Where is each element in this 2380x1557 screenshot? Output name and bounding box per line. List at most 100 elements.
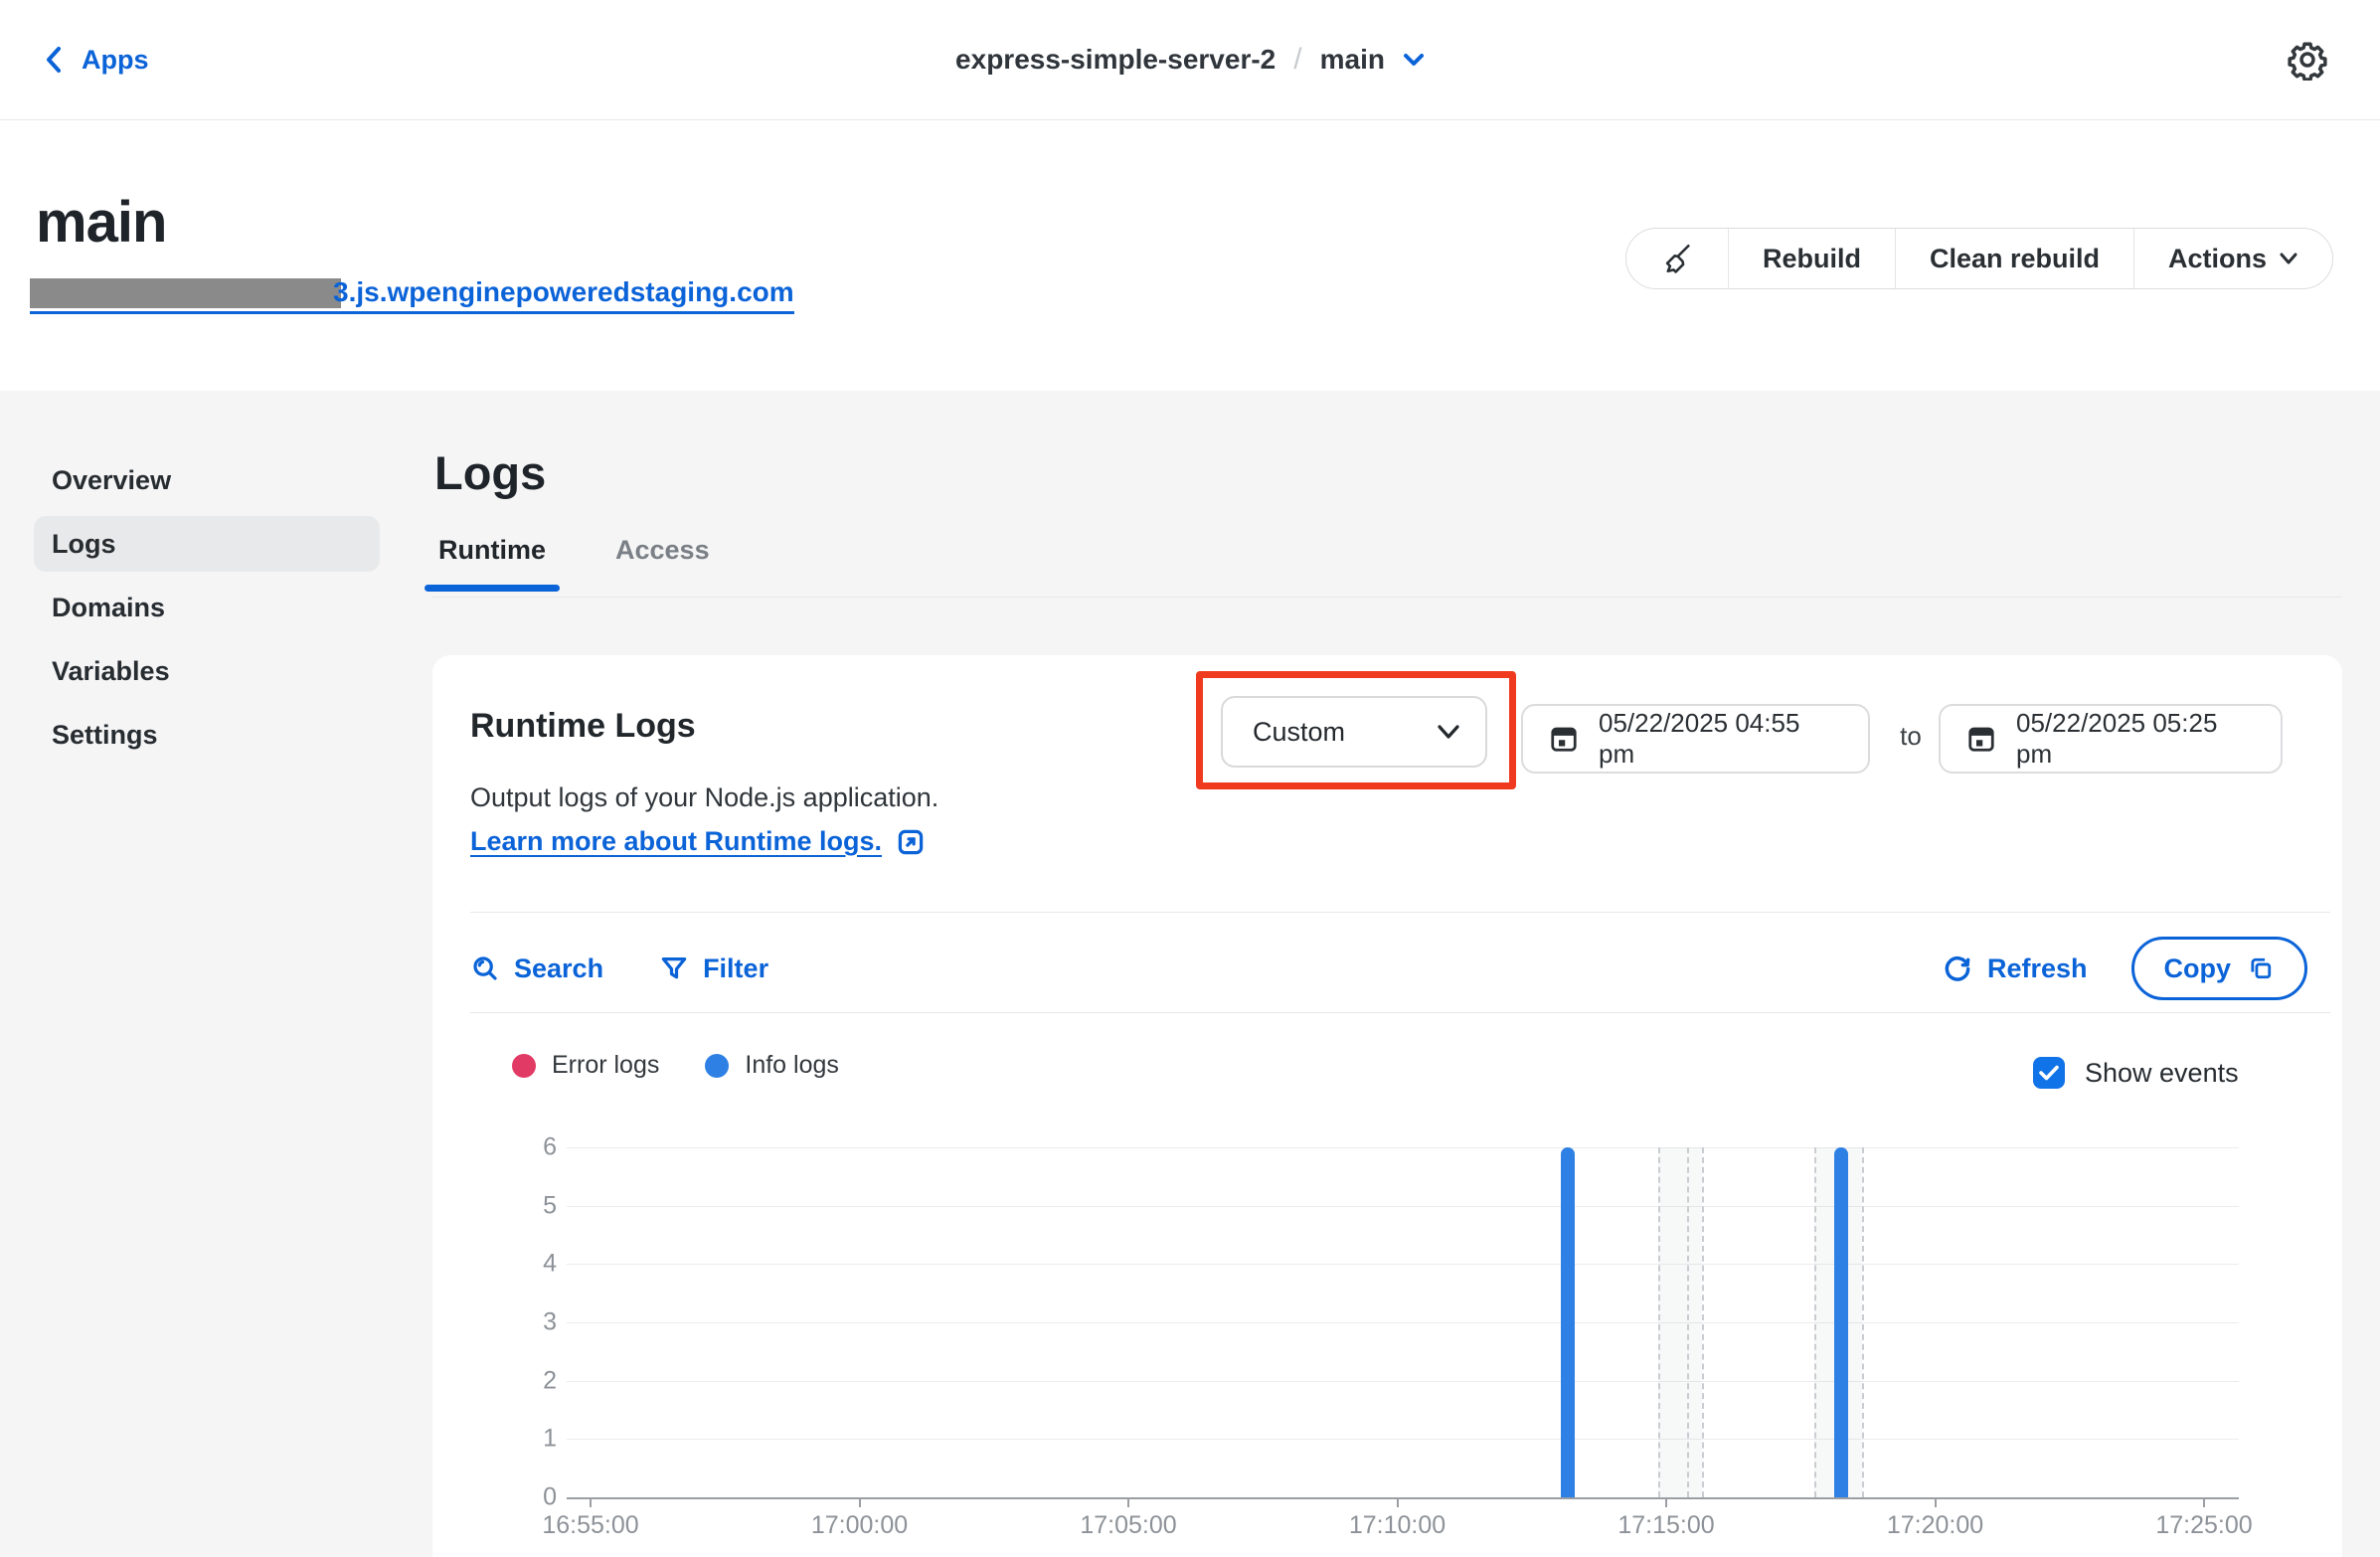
sidebar-item-variables[interactable]: Variables <box>34 643 380 699</box>
y-gridline <box>567 1381 2239 1382</box>
show-events-toggle[interactable]: Show events <box>2033 1057 2239 1089</box>
show-events-checkbox[interactable] <box>2033 1057 2065 1089</box>
date-from-value: 05/22/2025 04:55 pm <box>1599 708 1842 770</box>
sidebar-item-overview[interactable]: Overview <box>34 452 380 508</box>
tab-runtime[interactable]: Runtime <box>434 535 550 590</box>
x-axis-tick <box>1127 1497 1129 1507</box>
info-logs-label: Info logs <box>745 1051 839 1080</box>
y-axis-tick-label: 6 <box>517 1133 557 1162</box>
purge-cache-button[interactable] <box>1626 229 1728 288</box>
runtime-logs-card: Runtime Logs Output logs of your Node.js… <box>432 655 2342 1557</box>
search-button[interactable]: Search <box>470 953 603 984</box>
info-logs-dot <box>705 1054 729 1078</box>
rebuild-button-label: Rebuild <box>1763 244 1861 274</box>
legend-item-error-logs: Error logs <box>512 1051 659 1080</box>
x-axis-tick <box>1397 1497 1399 1507</box>
x-axis-tick-label: 17:00:00 <box>811 1511 908 1540</box>
clean-rebuild-button[interactable]: Clean rebuild <box>1895 229 2133 288</box>
y-axis-tick-label: 0 <box>517 1483 557 1512</box>
x-axis-tick-label: 17:10:00 <box>1349 1511 1445 1540</box>
runtime-chart: 0 1 2 3 4 5 6 16:55:00 17:00:00 17:05:00 17:10:00 1… <box>517 1124 2346 1557</box>
y-axis-tick-label: 5 <box>517 1191 557 1220</box>
breadcrumb-app-name: express-simple-server-2 <box>955 44 1275 76</box>
environment-dropdown-chevron-icon[interactable] <box>1403 52 1425 68</box>
filter-icon <box>659 953 689 983</box>
top-navigation-bar: Apps express-simple-server-2 / main <box>0 0 2380 120</box>
x-axis-tick-label: 16:55:00 <box>542 1511 638 1540</box>
y-gridline <box>567 1322 2239 1323</box>
chevron-left-icon <box>42 45 66 75</box>
copy-button[interactable]: Copy <box>2131 937 2308 1000</box>
card-divider <box>470 1012 2330 1013</box>
logs-tabs: Runtime Access <box>434 535 714 590</box>
tab-access[interactable]: Access <box>611 535 714 590</box>
legend-item-info-logs: Info logs <box>705 1051 839 1080</box>
y-axis-tick-label: 1 <box>517 1425 557 1454</box>
sidebar-item-settings[interactable]: Settings <box>34 707 380 763</box>
tabs-divider <box>432 597 2342 598</box>
y-gridline <box>567 1439 2239 1440</box>
sidebar-item-logs[interactable]: Logs <box>34 516 380 572</box>
x-axis-tick-label: 17:05:00 <box>1080 1511 1176 1540</box>
y-axis-tick-label: 3 <box>517 1308 557 1337</box>
date-from-input[interactable]: 05/22/2025 04:55 pm <box>1521 704 1870 774</box>
y-gridline <box>567 1206 2239 1207</box>
y-gridline <box>567 1147 2239 1148</box>
learn-more-label: Learn more about Runtime logs. <box>470 826 882 857</box>
y-axis-tick-label: 4 <box>517 1250 557 1279</box>
environment-url-link[interactable]: 3.js.wpenginepoweredstaging.com <box>30 276 794 314</box>
calendar-icon <box>1966 724 1996 754</box>
learn-more-link[interactable]: Learn more about Runtime logs. <box>470 826 926 857</box>
tab-runtime-label: Runtime <box>438 535 546 565</box>
x-axis-tick <box>1935 1497 1937 1507</box>
calendar-icon <box>1549 724 1579 754</box>
refresh-icon <box>1942 952 1973 984</box>
copy-button-label: Copy <box>2164 953 2232 984</box>
environment-actions-button-group: Rebuild Clean rebuild Actions <box>1625 228 2333 289</box>
time-range-select[interactable]: Custom <box>1221 696 1487 768</box>
runtime-logs-title: Runtime Logs <box>470 707 696 746</box>
time-range-select-value: Custom <box>1253 717 1345 748</box>
environment-sidebar-nav: Overview Logs Domains Variables Settings <box>34 452 380 763</box>
sidebar-item-domains[interactable]: Domains <box>34 580 380 635</box>
filter-button[interactable]: Filter <box>659 953 768 984</box>
chevron-down-icon <box>1436 723 1461 741</box>
refresh-button[interactable]: Refresh <box>1942 952 2088 984</box>
search-label: Search <box>514 953 603 984</box>
event-marker-line <box>1814 1147 1816 1497</box>
breadcrumb-separator: / <box>1275 43 1319 77</box>
environment-url-text: 3.js.wpenginepoweredstaging.com <box>333 276 794 308</box>
breadcrumb-environment: main <box>1320 44 1385 76</box>
event-marker-line <box>1658 1147 1660 1497</box>
back-to-apps-link[interactable]: Apps <box>42 45 149 76</box>
search-icon <box>470 953 500 983</box>
copy-icon <box>2247 954 2275 982</box>
x-axis-tick-label: 17:15:00 <box>1617 1511 1714 1540</box>
card-divider <box>470 912 2330 913</box>
sidebar-item-overview-label: Overview <box>52 465 171 496</box>
settings-gear-icon[interactable] <box>2287 39 2328 81</box>
y-axis-tick-label: 2 <box>517 1366 557 1395</box>
environment-header-section: main 3.js.wpenginepoweredstaging.com Reb… <box>0 120 2380 391</box>
runtime-logs-description: Output logs of your Node.js application. <box>470 782 938 813</box>
rebuild-button[interactable]: Rebuild <box>1728 229 1895 288</box>
log-count-bar[interactable] <box>1561 1147 1575 1497</box>
event-band <box>1658 1147 1702 1497</box>
error-logs-dot <box>512 1054 536 1078</box>
x-axis-tick <box>859 1497 861 1507</box>
error-logs-label: Error logs <box>552 1051 659 1080</box>
event-marker-line <box>1702 1147 1704 1497</box>
sidebar-item-logs-label: Logs <box>52 529 116 560</box>
date-to-input[interactable]: 05/22/2025 05:25 pm <box>1939 704 2283 774</box>
actions-menu-button[interactable]: Actions <box>2133 229 2332 288</box>
page-title: Logs <box>434 445 546 500</box>
x-axis-tick <box>1665 1497 1667 1507</box>
log-count-bar[interactable] <box>1834 1147 1848 1497</box>
date-to-value: 05/22/2025 05:25 pm <box>2016 708 2255 770</box>
sidebar-item-variables-label: Variables <box>52 656 170 687</box>
sidebar-item-settings-label: Settings <box>52 720 158 751</box>
refresh-label: Refresh <box>1987 953 2088 984</box>
x-axis-tick <box>2203 1497 2205 1507</box>
chevron-down-icon <box>2279 252 2298 265</box>
clean-rebuild-button-label: Clean rebuild <box>1930 244 2100 274</box>
